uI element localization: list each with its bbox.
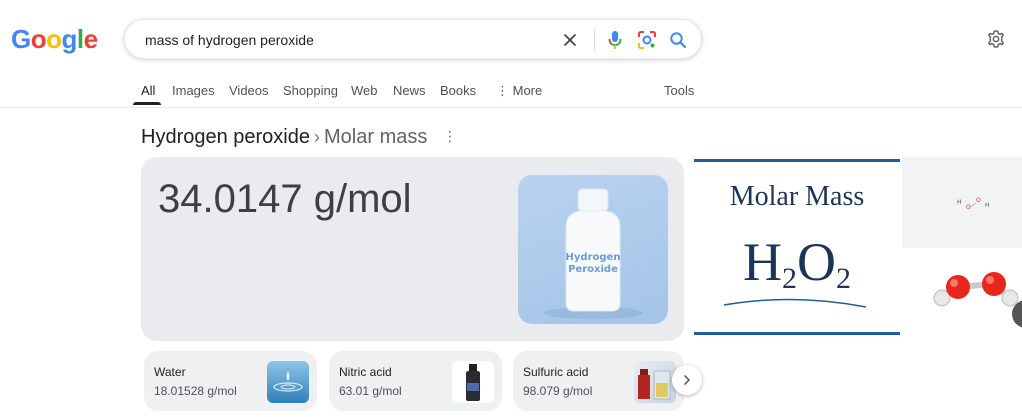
tab-images[interactable]: Images — [172, 83, 215, 98]
molar-mass-image[interactable]: Molar Mass H2O2 — [694, 157, 900, 341]
tab-more-label: More — [512, 83, 543, 98]
chip-value: 98.079 g/mol — [523, 384, 593, 398]
google-logo[interactable]: Google — [11, 24, 98, 55]
molar-image-title: Molar Mass — [730, 181, 865, 212]
result-heading: Hydrogen peroxide › Molar mass ⋮ — [141, 126, 457, 149]
atom-label: H — [985, 202, 990, 209]
tab-shopping[interactable]: Shopping — [283, 83, 338, 98]
chip-value: 63.01 g/mol — [339, 384, 402, 398]
tabs-divider — [0, 107, 1022, 108]
more-options-icon[interactable]: ⋮ — [443, 128, 457, 145]
tab-news[interactable]: News — [393, 83, 426, 98]
molecule-model-image[interactable] — [902, 250, 1022, 341]
logo-letter: o — [30, 24, 47, 54]
close-icon[interactable] — [557, 27, 583, 53]
gear-icon[interactable] — [984, 27, 1008, 51]
atom-label: O — [966, 204, 971, 211]
atom-label: O — [976, 197, 981, 204]
bottle-label-line1: Hydrogen — [566, 252, 621, 263]
search-divider — [594, 29, 595, 51]
formula-o: O — [797, 232, 836, 292]
tab-videos[interactable]: Videos — [229, 83, 269, 98]
nitric-acid-thumbnail — [452, 361, 494, 403]
lens-icon[interactable] — [635, 28, 659, 52]
related-chip-sulfuric-acid[interactable]: Sulfuric acid 98.079 g/mol — [513, 351, 684, 411]
tab-more[interactable]: ⋮ More — [496, 83, 542, 99]
bottle-image[interactable]: Hydrogen Peroxide — [518, 175, 668, 324]
related-chip-water[interactable]: Water 18.01528 g/mol — [144, 351, 317, 411]
sulfuric-acid-thumbnail — [634, 361, 676, 403]
formula-h: H — [743, 232, 782, 292]
logo-letter: e — [83, 24, 98, 54]
answer-card: 34.0147 g/mol Hydrogen Peroxide — [141, 157, 684, 341]
tab-all[interactable]: All — [141, 83, 155, 98]
breadcrumb-separator: › — [314, 127, 320, 147]
bottle-label-line2: Peroxide — [568, 264, 618, 275]
entity-link[interactable]: Hydrogen peroxide — [141, 126, 310, 148]
water-thumbnail — [267, 361, 309, 403]
search-box[interactable]: mass of hydrogen peroxide — [124, 19, 702, 59]
active-tab-indicator — [133, 102, 161, 105]
attribute-label: Molar mass — [324, 126, 428, 148]
chip-name: Nitric acid — [339, 365, 392, 379]
formula-text: H2O2 — [743, 232, 851, 295]
chip-name: Sulfuric acid — [523, 365, 589, 379]
mic-icon[interactable] — [604, 28, 626, 52]
logo-letter: g — [61, 24, 78, 54]
logo-letter: o — [46, 24, 62, 54]
chevron-right-icon[interactable] — [672, 365, 702, 395]
tab-books[interactable]: Books — [440, 83, 476, 98]
atom-label: H — [957, 199, 962, 206]
formula-sub-o: 2 — [836, 262, 851, 295]
structure-image[interactable]: H O O H — [902, 157, 1022, 248]
search-input[interactable]: mass of hydrogen peroxide — [145, 32, 314, 48]
chip-name: Water — [154, 365, 186, 379]
logo-letter: l — [76, 24, 84, 54]
more-vert-icon: ⋮ — [496, 83, 509, 98]
logo-letter: G — [11, 24, 31, 54]
tools-button[interactable]: Tools — [664, 83, 694, 98]
related-chip-nitric-acid[interactable]: Nitric acid 63.01 g/mol — [329, 351, 502, 411]
formula-sub-h: 2 — [782, 262, 797, 295]
tab-web[interactable]: Web — [351, 83, 378, 98]
molar-mass-value: 34.0147 g/mol — [158, 177, 412, 221]
chip-value: 18.01528 g/mol — [154, 384, 237, 398]
search-icon[interactable] — [666, 28, 690, 52]
